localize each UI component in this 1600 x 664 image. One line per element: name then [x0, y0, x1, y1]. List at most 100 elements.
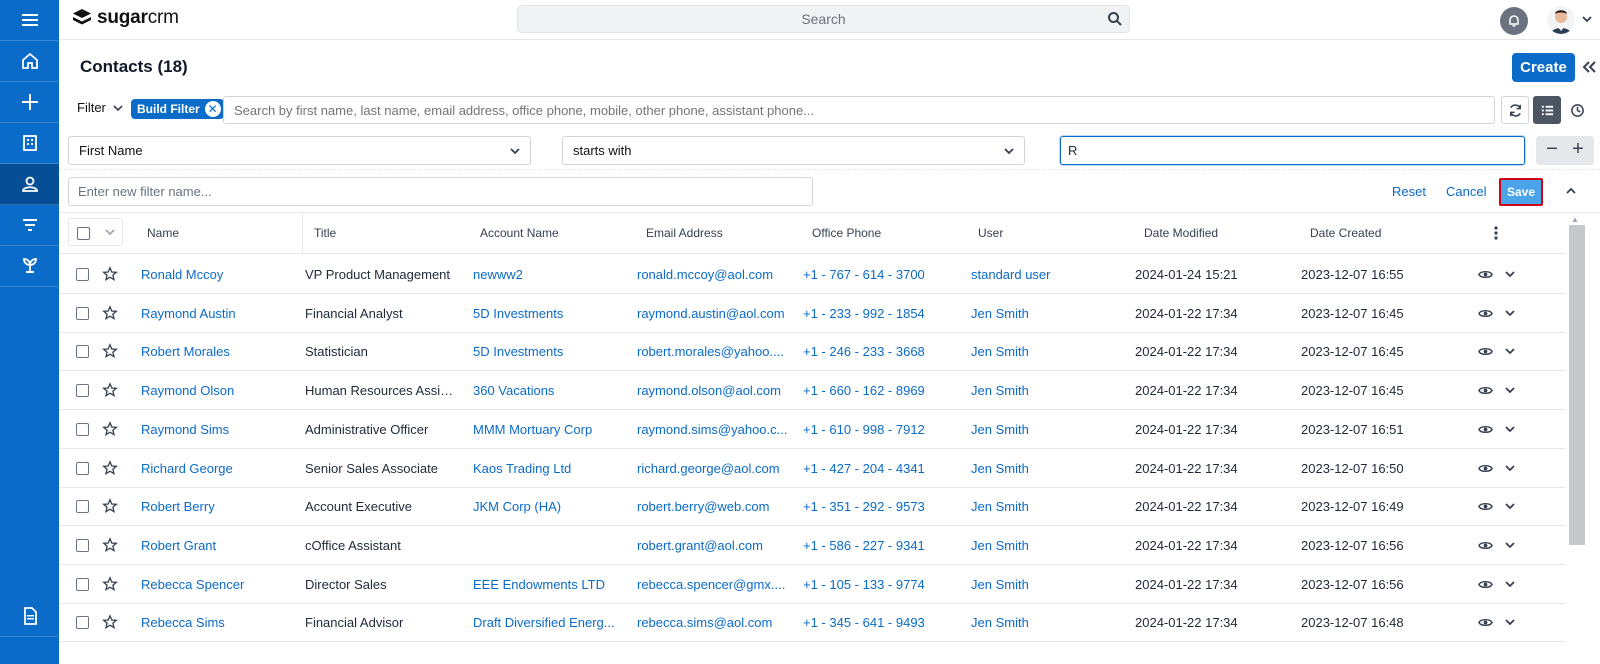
- account-name-link[interactable]: MMM Mortuary Corp: [473, 422, 592, 437]
- filter-field-select[interactable]: First Name: [68, 136, 531, 165]
- email-link[interactable]: raymond.austin@aol.com: [637, 306, 785, 321]
- contact-name-link[interactable]: Raymond Austin: [141, 306, 236, 321]
- column-header-email[interactable]: Email Address: [646, 226, 723, 240]
- row-checkbox[interactable]: [76, 577, 89, 591]
- phone-link[interactable]: +1 - 660 - 162 - 8969: [803, 383, 925, 398]
- chevron-up-icon[interactable]: [1564, 184, 1578, 198]
- select-all-control[interactable]: [68, 218, 123, 246]
- row-actions-chevron-icon[interactable]: [1503, 267, 1517, 281]
- refresh-button[interactable]: [1501, 96, 1529, 124]
- search-icon[interactable]: [1107, 11, 1123, 27]
- contact-name-link[interactable]: Rebecca Spencer: [141, 577, 244, 592]
- email-link[interactable]: richard.george@aol.com: [637, 461, 780, 476]
- row-actions-chevron-icon[interactable]: [1503, 383, 1517, 397]
- row-actions-chevron-icon[interactable]: [1503, 615, 1517, 629]
- phone-link[interactable]: +1 - 586 - 227 - 9341: [803, 538, 925, 553]
- select-all-checkbox[interactable]: [77, 227, 90, 240]
- contact-name-link[interactable]: Robert Grant: [141, 538, 216, 553]
- column-header-date-created[interactable]: Date Created: [1310, 226, 1381, 240]
- contact-name-link[interactable]: Robert Morales: [141, 344, 230, 359]
- scrollbar-thumb[interactable]: [1569, 225, 1585, 545]
- email-link[interactable]: ronald.mccoy@aol.com: [637, 267, 773, 282]
- row-checkbox[interactable]: [76, 306, 89, 320]
- phone-link[interactable]: +1 - 610 - 998 - 7912: [803, 422, 925, 437]
- favorite-star-icon[interactable]: [102, 459, 118, 476]
- row-actions-chevron-icon[interactable]: [1503, 422, 1517, 436]
- favorite-star-icon[interactable]: [102, 420, 118, 437]
- contacts-icon[interactable]: [0, 164, 59, 205]
- chevron-down-icon[interactable]: [1580, 12, 1594, 26]
- collapse-panel-icon[interactable]: [1580, 57, 1598, 77]
- create-button[interactable]: Create: [1512, 53, 1575, 82]
- user-link[interactable]: Jen Smith: [971, 461, 1029, 476]
- close-icon[interactable]: ✕: [204, 101, 221, 117]
- favorite-star-icon[interactable]: [102, 498, 118, 514]
- account-name-link[interactable]: 360 Vacations: [473, 383, 554, 398]
- column-header-user[interactable]: User: [978, 226, 1003, 240]
- favorite-star-icon[interactable]: [102, 382, 118, 398]
- user-link[interactable]: Jen Smith: [971, 422, 1029, 437]
- row-actions-chevron-icon[interactable]: [1503, 538, 1517, 552]
- preview-eye-icon[interactable]: [1478, 422, 1493, 437]
- account-name-link[interactable]: Kaos Trading Ltd: [473, 461, 571, 476]
- user-link[interactable]: Jen Smith: [971, 306, 1029, 321]
- email-link[interactable]: raymond.olson@aol.com: [637, 383, 781, 398]
- phone-link[interactable]: +1 - 246 - 233 - 3668: [803, 344, 925, 359]
- preview-eye-icon[interactable]: [1478, 461, 1493, 476]
- more-options-icon[interactable]: [1489, 225, 1503, 241]
- cancel-link[interactable]: Cancel: [1446, 184, 1486, 199]
- preview-eye-icon[interactable]: [1478, 306, 1493, 321]
- phone-link[interactable]: +1 - 105 - 133 - 9774: [803, 577, 925, 592]
- favorite-star-icon[interactable]: [102, 575, 118, 592]
- plant-icon[interactable]: [0, 246, 59, 287]
- user-link[interactable]: Jen Smith: [971, 538, 1029, 553]
- row-actions-chevron-icon[interactable]: [1503, 499, 1517, 513]
- phone-link[interactable]: +1 - 427 - 204 - 4341: [803, 461, 925, 476]
- phone-link[interactable]: +1 - 767 - 614 - 3700: [803, 267, 925, 282]
- contact-name-link[interactable]: Rebecca Sims: [141, 615, 225, 630]
- favorite-star-icon[interactable]: [102, 614, 118, 630]
- column-header-date-modified[interactable]: Date Modified: [1144, 226, 1218, 240]
- doc-icon[interactable]: [0, 596, 59, 637]
- filter-icon[interactable]: [0, 205, 59, 246]
- preview-eye-icon[interactable]: [1478, 615, 1493, 630]
- row-checkbox[interactable]: [76, 461, 89, 475]
- account-name-link[interactable]: JKM Corp (HA): [473, 499, 561, 514]
- phone-link[interactable]: +1 - 345 - 641 - 9493: [803, 615, 925, 630]
- filter-operator-select[interactable]: starts with: [562, 136, 1025, 165]
- favorite-star-icon[interactable]: [102, 537, 118, 553]
- email-link[interactable]: raymond.sims@yahoo.c...: [637, 422, 787, 437]
- preview-eye-icon[interactable]: [1478, 499, 1493, 514]
- remove-row-icon[interactable]: −: [1542, 139, 1562, 160]
- home-icon[interactable]: [0, 41, 59, 82]
- scroll-up-arrow[interactable]: ▲: [1571, 215, 1579, 224]
- favorite-star-icon[interactable]: [102, 343, 118, 359]
- column-header-name[interactable]: Name: [147, 226, 179, 240]
- row-checkbox[interactable]: [76, 500, 89, 514]
- row-actions-chevron-icon[interactable]: [1503, 344, 1517, 358]
- preview-eye-icon[interactable]: [1478, 577, 1493, 592]
- contact-name-link[interactable]: Raymond Sims: [141, 422, 229, 437]
- add-row-icon[interactable]: +: [1568, 139, 1588, 160]
- preview-eye-icon[interactable]: [1478, 383, 1493, 398]
- global-search[interactable]: Search: [517, 5, 1130, 33]
- plus-icon[interactable]: [0, 82, 59, 123]
- contact-name-link[interactable]: Ronald Mccoy: [141, 267, 223, 282]
- row-checkbox[interactable]: [76, 384, 89, 398]
- account-name-link[interactable]: 5D Investments: [473, 306, 563, 321]
- email-link[interactable]: rebecca.sims@aol.com: [637, 615, 772, 630]
- preview-eye-icon[interactable]: [1478, 538, 1493, 553]
- user-link[interactable]: Jen Smith: [971, 383, 1029, 398]
- phone-link[interactable]: +1 - 351 - 292 - 9573: [803, 499, 925, 514]
- sugarcrm-logo[interactable]: sugarcrm: [71, 7, 179, 29]
- notification-bell-icon[interactable]: [1500, 7, 1528, 35]
- filter-name-input[interactable]: Enter new filter name...: [68, 177, 813, 206]
- filter-search-field[interactable]: [234, 102, 1494, 118]
- email-link[interactable]: robert.grant@aol.com: [637, 538, 763, 553]
- filter-value-input[interactable]: R: [1060, 136, 1525, 165]
- favorite-star-icon[interactable]: [102, 266, 118, 282]
- user-link[interactable]: Jen Smith: [971, 577, 1029, 592]
- row-checkbox[interactable]: [76, 268, 89, 281]
- menu-icon[interactable]: [0, 0, 59, 41]
- preview-eye-icon[interactable]: [1478, 267, 1493, 282]
